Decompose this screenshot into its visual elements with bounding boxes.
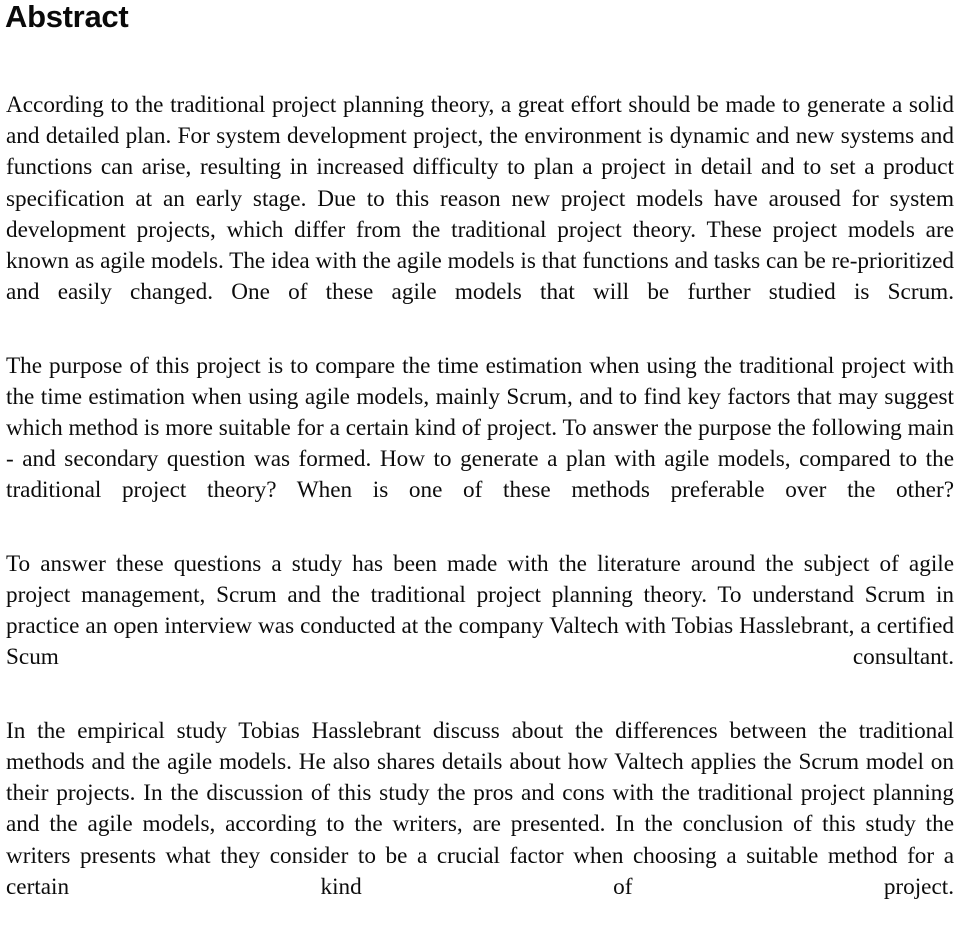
abstract-paragraph-2: The purpose of this project is to compar…	[6, 352, 954, 504]
page-title: Abstract	[5, 0, 129, 34]
abstract-paragraph-3: To answer these questions a study has be…	[6, 550, 954, 671]
abstract-paragraph-4: In the empirical study Tobias Hasslebran…	[6, 717, 954, 900]
abstract-paragraph-1: According to the traditional project pla…	[6, 92, 954, 306]
abstract-body: According to the traditional project pla…	[6, 90, 954, 934]
document-page: Abstract According to the traditional pr…	[0, 0, 960, 900]
